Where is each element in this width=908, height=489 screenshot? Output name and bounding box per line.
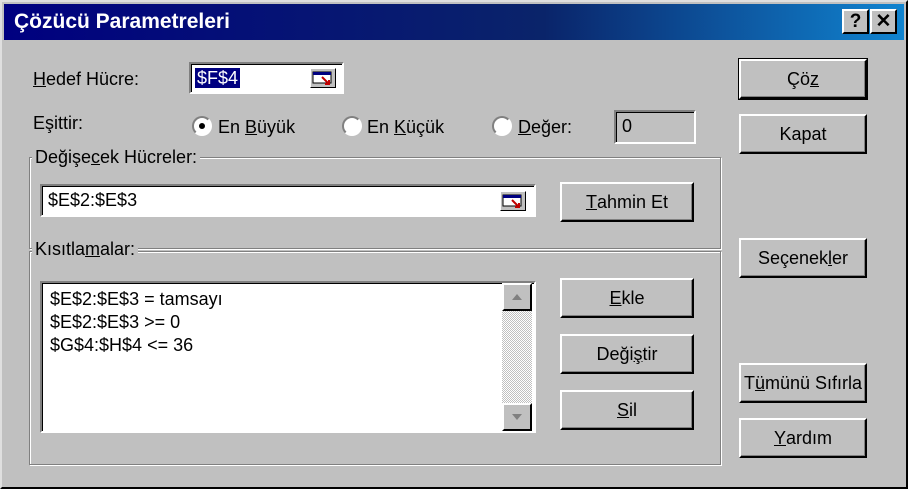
constraints-label: Kısıtlamalar: (32, 239, 139, 260)
list-item[interactable]: $E$2:$E$3 >= 0 (50, 312, 180, 333)
list-item[interactable]: $E$2:$E$3 = tamsayı (50, 289, 223, 310)
radio-min[interactable] (342, 116, 362, 136)
radio-value[interactable] (492, 116, 512, 136)
solve-button[interactable]: Çö z (738, 58, 868, 100)
close-button[interactable]: Kapat (739, 114, 867, 154)
options-button[interactable]: Seçenek l er (739, 238, 867, 278)
close-icon[interactable]: ✕ (870, 9, 897, 34)
title-bar[interactable]: Çözücü Parametreleri ? ✕ (4, 4, 904, 40)
equal-to-label: Eşittir: (33, 113, 84, 133)
scroll-down-icon[interactable] (502, 403, 532, 431)
change-button[interactable]: Deği ş tir (560, 334, 694, 374)
dialog-title: Çözücü Parametreleri (14, 10, 230, 33)
radio-value-label[interactable]: Değer: (518, 117, 572, 138)
target-cell-input[interactable]: $F$4 (189, 62, 344, 94)
collapse-dialog-icon[interactable] (500, 191, 526, 211)
add-button[interactable]: Ekle (560, 278, 694, 318)
target-cell-label: Hedef Hücre: (33, 69, 140, 89)
radio-min-label[interactable]: En Küçük (367, 117, 444, 138)
radio-max-label[interactable]: En Büyük (218, 117, 295, 138)
reset-all-button[interactable]: Tü münü Sıfırla (739, 363, 867, 403)
radio-max[interactable] (192, 116, 212, 136)
changing-cells-label: Değişecek Hücreler: (32, 147, 201, 168)
value-of-input[interactable]: 0 (614, 110, 696, 144)
scroll-up-icon[interactable] (502, 283, 532, 311)
guess-button[interactable]: Tahmin Et (560, 182, 694, 222)
collapse-dialog-icon[interactable] (310, 68, 336, 88)
changing-cells-input[interactable]: $E$2:$E$3 (40, 184, 536, 217)
help-dialog-button[interactable]: Yardım (739, 418, 867, 458)
constraints-list[interactable]: $E$2:$E$3 = tamsayı $E$2:$E$3 >= 0 $G$4:… (40, 281, 536, 433)
help-button[interactable]: ? (842, 9, 869, 34)
vertical-scrollbar[interactable] (502, 283, 532, 431)
solver-dialog: Çözücü Parametreleri ? ✕ Hedef Hücre: $F… (0, 0, 908, 489)
delete-button[interactable]: Sil (560, 390, 694, 430)
list-item[interactable]: $G$4:$H$4 <= 36 (50, 335, 193, 356)
